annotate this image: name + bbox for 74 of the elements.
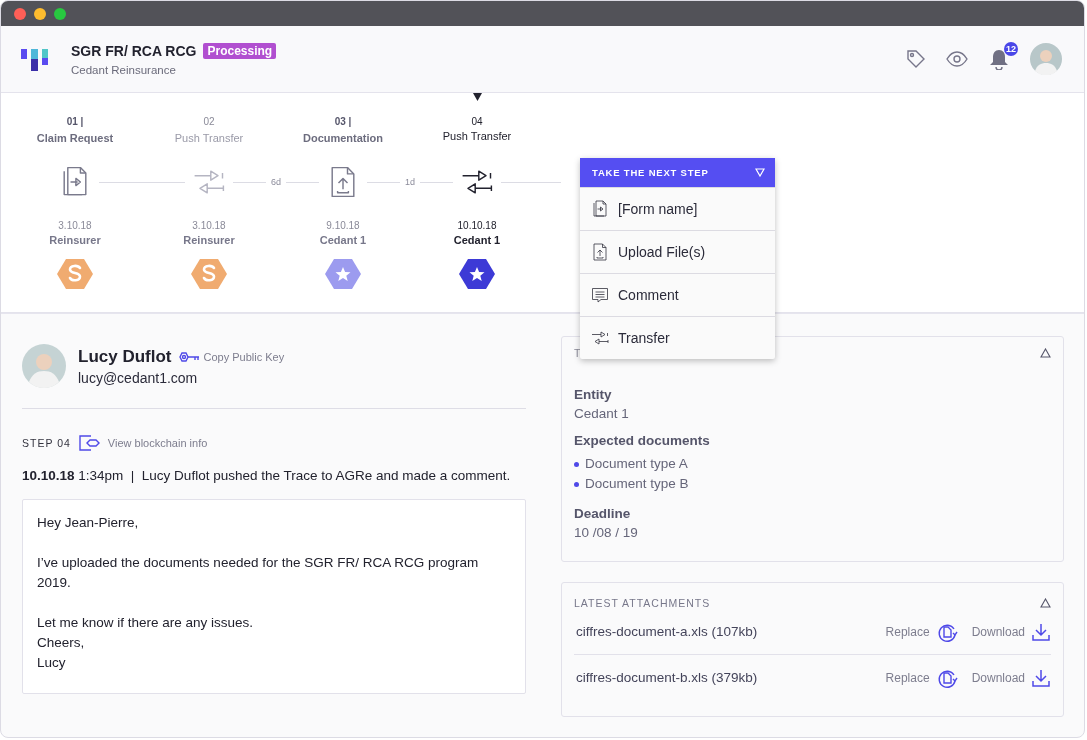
step-title: Push Transfer (442, 130, 512, 144)
download-link[interactable]: Download (971, 621, 1051, 642)
step-entity: Cedant 1 (453, 234, 501, 246)
step-number: 03 | (334, 116, 352, 129)
project-subtitle: Cedant Reinsurance (71, 63, 177, 76)
comment-paragraph: Let me know if there are any issues. Cheers, Lucy (37, 614, 255, 672)
timeline-step[interactable]: 03 | Documentation (276, 93, 410, 146)
field-value: 10 /08 / 19 (574, 525, 639, 540)
step-date: 9.10.18 (326, 220, 360, 231)
step-number: 01 | (66, 116, 84, 129)
blockchain-link-icon (78, 435, 101, 451)
tag-icon[interactable] (906, 49, 926, 69)
document-type: Document type B (585, 475, 689, 493)
field-label: Deadline (574, 506, 632, 521)
collapse-triangle-icon[interactable] (1040, 348, 1051, 358)
notification-badge: 12 (1004, 42, 1018, 56)
copy-key-link[interactable]: Copy Public Key (177, 350, 285, 363)
replace-link[interactable]: Replace (885, 666, 958, 689)
timeline-step[interactable]: 01 | Claim Request (8, 93, 142, 146)
step-date: 10.10.18 (457, 220, 497, 231)
panel-title: T (574, 347, 582, 359)
menu-item[interactable]: [Form name] (580, 187, 775, 230)
menu-item[interactable]: Comment (580, 273, 775, 316)
step-date: 3.10.18 (192, 220, 226, 231)
key-icon (177, 350, 200, 363)
step-date: 3.10.18 (58, 220, 92, 231)
upload-file-icon (590, 242, 610, 262)
field-label: Entity (574, 387, 613, 402)
step-title: Push Transfer (174, 132, 244, 146)
download-icon (1031, 621, 1051, 642)
step-entity: Cedant 1 (319, 234, 367, 246)
dropdown-triangle-icon (755, 168, 765, 177)
document-form-icon (590, 199, 610, 219)
step-label: STEP 04 (22, 437, 71, 449)
current-step-marker-icon (472, 93, 482, 101)
activity-summary: 10.10.18 1:34pm | Lucy Duflot pushed the Trace to AGRe and made a comment. (22, 467, 512, 485)
file-name: ciffres-document-a.xls (107kb) (575, 624, 758, 639)
step-entity: Reinsurer (183, 234, 235, 246)
comment-paragraph: I’ve uploaded the documents needed for the SGR FR/ RCA RCG program 2019. (37, 554, 480, 592)
eye-icon[interactable] (946, 51, 968, 67)
logo (21, 47, 51, 71)
download-icon (1031, 667, 1051, 688)
author-avatar (22, 344, 66, 388)
field-label: Expected documents (574, 433, 711, 448)
step-number: 02 (203, 116, 215, 129)
bullet-icon (574, 461, 579, 467)
replace-link[interactable]: Replace (885, 620, 958, 643)
step-title: Claim Request (36, 132, 114, 146)
bullet-icon (574, 481, 579, 487)
project-title: SGR FR/ RCA RCG (71, 42, 197, 59)
author-email: lucy@cedant1.com (78, 369, 199, 386)
download-link[interactable]: Download (971, 667, 1051, 688)
next-step-header[interactable]: TAKE THE NEXT STEP (580, 158, 775, 187)
menu-item[interactable]: Upload File(s) (580, 230, 775, 273)
comment-icon (590, 285, 610, 305)
step-gap-label: 1d (405, 177, 415, 187)
window-control[interactable] (54, 7, 66, 20)
author-name: Lucy Duflot (78, 346, 172, 367)
step-gap-label: 6d (271, 177, 281, 187)
collapse-triangle-icon[interactable] (1040, 598, 1051, 608)
window-control[interactable] (34, 7, 46, 20)
step-number: 04 (471, 116, 483, 129)
window-control[interactable] (14, 7, 26, 20)
menu-item[interactable]: Transfer (580, 316, 775, 359)
field-value: Cedant 1 (574, 406, 630, 421)
status-badge: Processing (203, 42, 277, 59)
step-entity: Reinsurer (49, 234, 101, 246)
step-title: Documentation (302, 132, 384, 146)
file-name: ciffres-document-b.xls (379kb) (575, 670, 758, 685)
document-type: Document type A (585, 455, 688, 473)
timeline-step[interactable]: 04 Push Transfer (410, 93, 544, 146)
comment-paragraph: Hey Jean-Pierre, (37, 514, 140, 532)
attachments-title: LATEST ATTACHMENTS (574, 597, 711, 609)
blockchain-info-link[interactable]: View blockchain info (78, 435, 208, 451)
